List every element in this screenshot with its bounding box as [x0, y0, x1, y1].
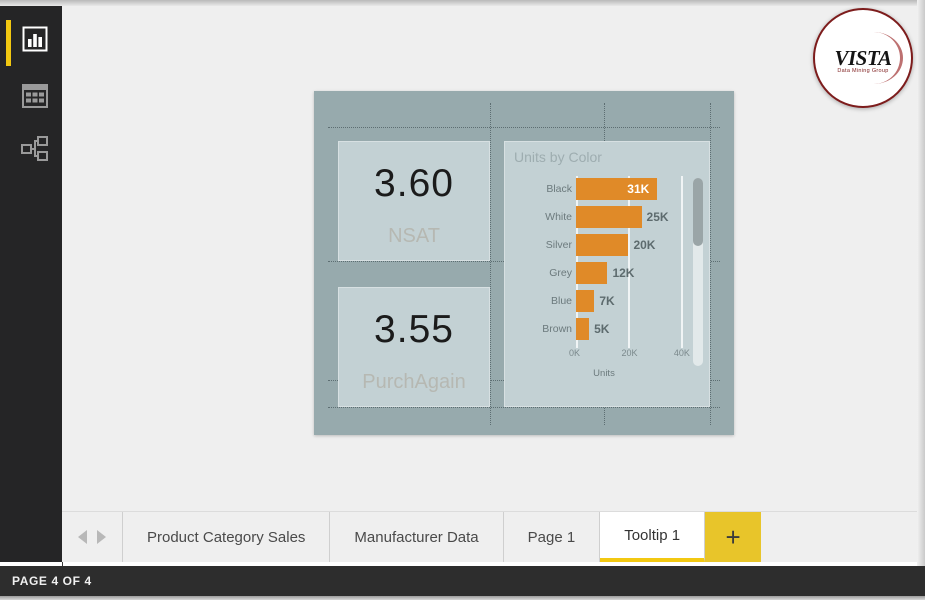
chart-x-tick-label: 40K [673, 348, 690, 358]
chart-title: Units by Color [514, 149, 602, 165]
kpi-value: 3.55 [374, 308, 454, 351]
alignment-guide-vertical [490, 103, 491, 425]
active-view-indicator [6, 20, 11, 66]
bar-chart-icon [22, 26, 48, 57]
kpi-label: PurchAgain [362, 371, 466, 393]
tab-nav-arrows [62, 512, 123, 562]
logo-tagline: Data Mining Group [837, 68, 889, 74]
window-frame-right [917, 0, 925, 600]
chart-category-label: Brown [542, 323, 572, 335]
left-nav-rail [0, 6, 63, 568]
chart-bar-value-label: 31K [627, 182, 650, 196]
chart-category-label: White [545, 211, 572, 223]
chart-bar-value-label: 5K [594, 322, 610, 336]
window-frame-bottom [0, 596, 925, 600]
page-tab-bar: Product Category Sales Manufacturer Data… [62, 511, 917, 562]
tab-label: Tooltip 1 [624, 526, 681, 544]
table-grid-icon [22, 83, 48, 113]
tab-tooltip-1[interactable]: Tooltip 1 [600, 512, 706, 562]
tab-product-category-sales[interactable]: Product Category Sales [123, 512, 331, 562]
chart-bar[interactable] [576, 262, 608, 284]
page-count-status: PAGE 4 OF 4 [12, 574, 92, 588]
kpi-label: NSAT [388, 225, 440, 247]
sidebar-item-report-view[interactable] [14, 20, 56, 62]
chart-category-label: Grey [549, 267, 572, 279]
vista-logo: VISTA Data Mining Group [813, 8, 913, 108]
power-bi-window: 3.60 NSAT 3.55 PurchAgain Units by Color… [0, 0, 925, 600]
chart-scrollbar-track[interactable] [693, 178, 703, 366]
chart-category-label: Silver [545, 239, 572, 251]
alignment-guide-vertical [710, 103, 711, 425]
chart-category-label: Blue [550, 295, 572, 307]
tab-label: Manufacturer Data [354, 528, 479, 546]
chart-category-label: Black [546, 183, 572, 195]
chart-scrollbar-thumb[interactable] [693, 178, 703, 246]
chart-bar-value-label: 20K [633, 238, 656, 252]
next-page-arrow-icon[interactable] [97, 530, 106, 544]
chart-bar-value-label: 25K [646, 210, 669, 224]
chart-bar[interactable] [576, 206, 642, 228]
tab-label: Product Category Sales [147, 528, 306, 546]
alignment-guide-horizontal [328, 127, 720, 128]
canvas-area: 3.60 NSAT 3.55 PurchAgain Units by Color… [62, 6, 917, 512]
tab-label: Page 1 [527, 528, 576, 546]
kpi-value: 3.60 [374, 162, 454, 205]
chart-plot-area: Black 31K White 25K Silver 20K Grey 12K Blue 7K Br… [514, 176, 694, 379]
prev-page-arrow-icon[interactable] [78, 530, 87, 544]
chart-bar[interactable] [576, 290, 595, 312]
add-page-button[interactable]: + [705, 512, 762, 562]
chart-x-axis-title: Units [593, 368, 615, 379]
kpi-card-nsat[interactable]: 3.60 NSAT [338, 141, 490, 261]
status-bar: PAGE 4 OF 4 [0, 566, 925, 596]
chart-bar-value-label: 7K [599, 294, 615, 308]
chart-bar-value-label: 12K [612, 266, 635, 280]
workspace: 3.60 NSAT 3.55 PurchAgain Units by Color… [62, 6, 917, 562]
relationships-icon [21, 135, 49, 167]
tab-page-1[interactable]: Page 1 [503, 512, 601, 562]
chart-bar[interactable] [576, 318, 590, 340]
report-page-canvas[interactable]: 3.60 NSAT 3.55 PurchAgain Units by Color… [314, 91, 734, 435]
bar-chart-visual[interactable]: Units by Color Black 31K White 25K Silver 20K… [504, 141, 710, 407]
chart-x-tick-label: 20K [621, 348, 638, 358]
sidebar-item-data-view[interactable] [14, 77, 56, 119]
chart-x-tick-label: 0K [569, 348, 581, 358]
chart-bar[interactable] [576, 234, 629, 256]
chart-gridline [680, 176, 683, 348]
kpi-card-purchagain[interactable]: 3.55 PurchAgain [338, 287, 490, 407]
sidebar-item-model-view[interactable] [14, 130, 56, 172]
alignment-guide-horizontal [328, 407, 720, 408]
tab-manufacturer-data[interactable]: Manufacturer Data [330, 512, 504, 562]
plus-icon: + [725, 522, 741, 552]
